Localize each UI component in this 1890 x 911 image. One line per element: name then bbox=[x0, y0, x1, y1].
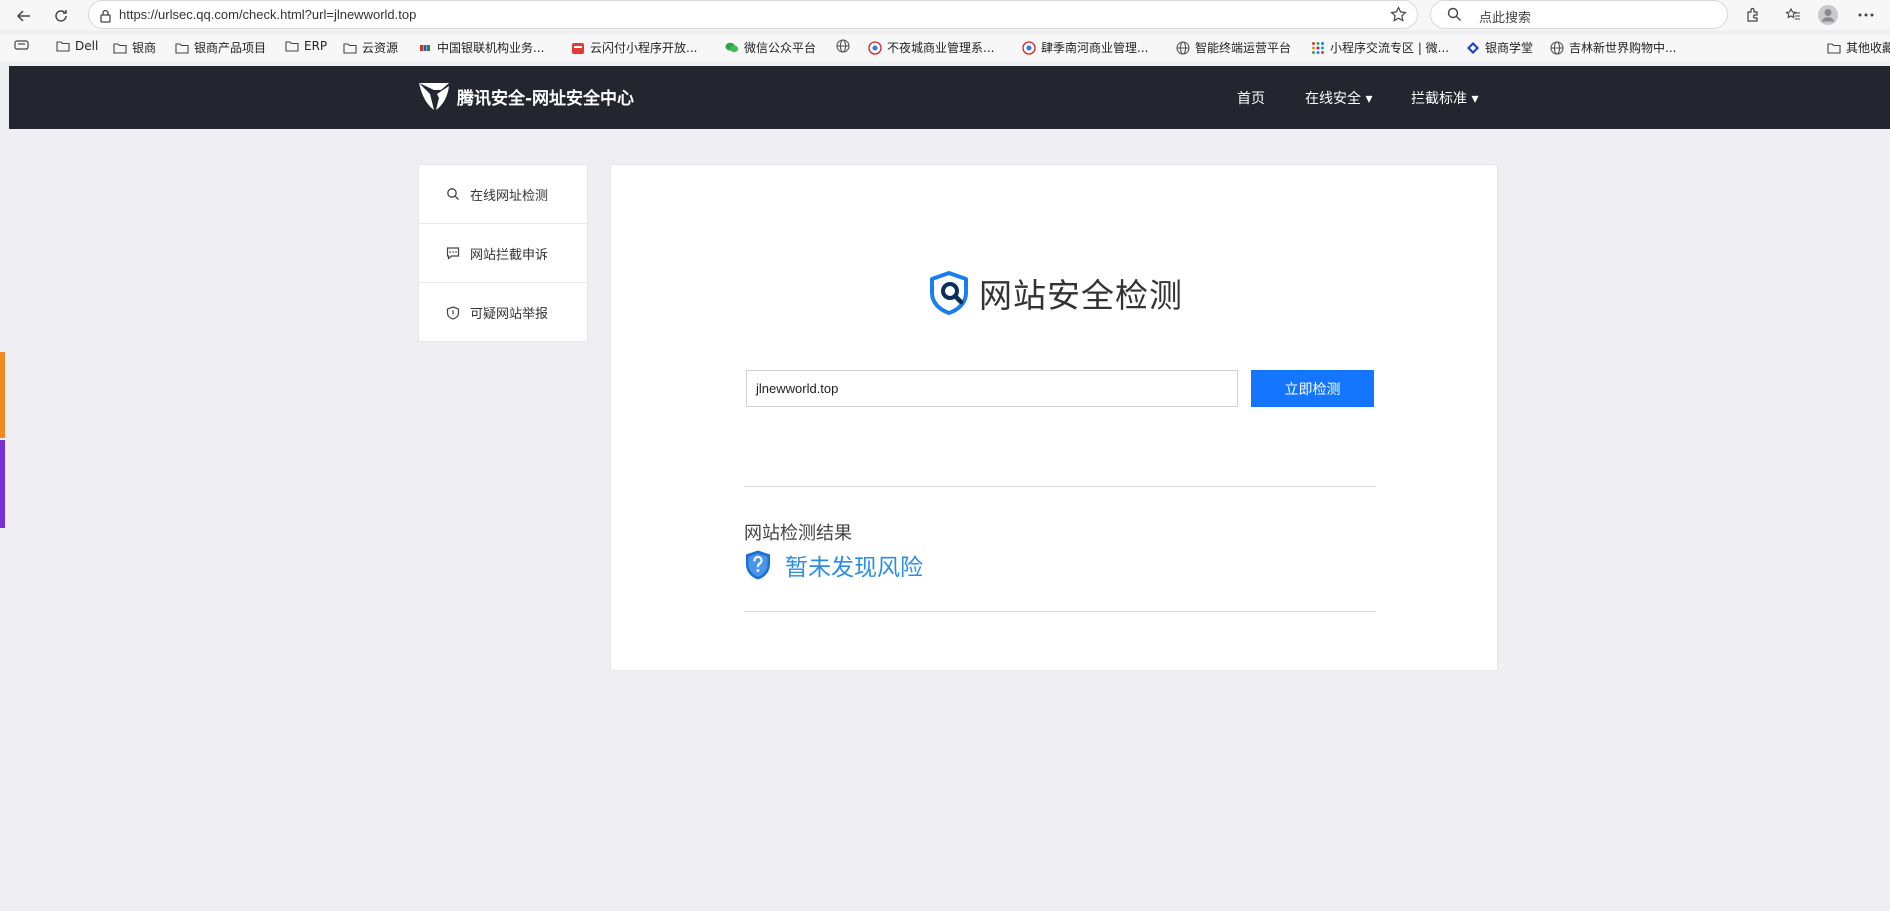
bookmark-label: 智能终端运营平台 bbox=[1195, 41, 1292, 55]
bookmark-item[interactable]: 其他收藏 bbox=[1827, 39, 1890, 56]
nav-block-standards[interactable]: 拦截标准 ▾ bbox=[1411, 88, 1478, 108]
bookmark-label: 银商产品项目 bbox=[194, 41, 267, 55]
profile-avatar-icon[interactable] bbox=[1817, 4, 1839, 26]
bookmark-label: 肆季南河商业管理... bbox=[1041, 41, 1149, 55]
site-header: 腾讯安全-网址安全中心 首页 在线安全 ▾ 拦截标准 ▾ bbox=[9, 66, 1890, 129]
folder-icon bbox=[1827, 41, 1841, 55]
bookmark-item[interactable]: 中国银联机构业务... bbox=[418, 39, 544, 56]
folder-icon bbox=[285, 39, 299, 53]
bookmark-item[interactable]: 银商产品项目 bbox=[175, 39, 266, 56]
globe-icon bbox=[1176, 40, 1190, 55]
sidebar-item-label: 在线网址检测 bbox=[470, 188, 549, 204]
bookmark-item[interactable]: 云闪付小程序开放... bbox=[571, 39, 697, 56]
grid-icon bbox=[1311, 41, 1325, 55]
bookmark-item[interactable]: Dell bbox=[56, 39, 98, 53]
wechat-icon bbox=[725, 41, 739, 55]
sidebar: 在线网址检测 网站拦截申诉 可疑网站举报 bbox=[418, 164, 588, 342]
bookmark-label: 不夜城商业管理系... bbox=[887, 41, 995, 55]
search-icon bbox=[1447, 7, 1462, 26]
divider bbox=[744, 611, 1376, 612]
bookmarks-bar: Dell 银商 银商产品项目 ERP 云资源 中国银联机构业务... 云闪付小程… bbox=[0, 34, 1890, 62]
bookmark-item[interactable]: 肆季南河商业管理... bbox=[1022, 39, 1148, 56]
shield-search-icon bbox=[930, 271, 968, 315]
address-url[interactable]: https://urlsec.qq.com/check.html?url=jln… bbox=[119, 7, 416, 22]
refresh-icon[interactable] bbox=[50, 5, 72, 27]
bookmark-item[interactable] bbox=[836, 39, 855, 53]
sidebar-item-block-appeal[interactable]: 网站拦截申诉 bbox=[419, 224, 587, 283]
page-title-text: 网站安全检测 bbox=[979, 276, 1183, 315]
sidebar-item-label: 可疑网站举报 bbox=[470, 307, 549, 322]
page-title: 网站安全检测 bbox=[927, 269, 1183, 317]
divider bbox=[744, 486, 1376, 487]
bookmark-label: 中国银联机构业务... bbox=[437, 41, 545, 55]
browser-toolbar: https://urlsec.qq.com/check.html?url=jln… bbox=[0, 0, 1890, 30]
site-logo-text: 腾讯安全-网址安全中心 bbox=[457, 88, 635, 109]
folder-icon bbox=[56, 39, 70, 53]
diamond-icon bbox=[1466, 41, 1480, 55]
desktop-edge-strip bbox=[0, 352, 5, 438]
folder-icon bbox=[113, 41, 127, 55]
bookmark-item[interactable]: 小程序交流专区 | 微... bbox=[1311, 39, 1449, 56]
browser-search-box[interactable]: 点此搜索 bbox=[1430, 0, 1728, 29]
site-logo[interactable]: 腾讯安全-网址安全中心 bbox=[417, 80, 634, 112]
bookmark-label: 云资源 bbox=[362, 41, 399, 55]
nav-online-security[interactable]: 在线安全 ▾ bbox=[1305, 88, 1372, 108]
favorites-icon[interactable] bbox=[1782, 4, 1804, 26]
bookmark-label: 其他收藏 bbox=[1846, 41, 1890, 55]
message-icon bbox=[446, 246, 460, 260]
app-icon bbox=[571, 41, 585, 55]
site-icon bbox=[868, 40, 882, 55]
bookmark-label: 银商学堂 bbox=[1485, 41, 1534, 55]
folder-icon bbox=[343, 41, 357, 55]
sidebar-item-report-site[interactable]: 可疑网站举报 bbox=[419, 283, 587, 342]
folder-icon bbox=[175, 41, 189, 55]
check-now-button[interactable]: 立即检测 bbox=[1251, 370, 1374, 407]
bookmark-item[interactable]: ERP bbox=[285, 39, 327, 53]
shield-alert-icon bbox=[446, 305, 460, 320]
site-icon bbox=[1022, 40, 1036, 55]
back-icon[interactable] bbox=[13, 5, 35, 27]
main-panel: 网站安全检测 jlnewworld.top 立即检测 网站检测结果 暂未发现风险 bbox=[610, 164, 1498, 671]
sidebar-item-label: 网站拦截申诉 bbox=[470, 247, 549, 263]
desktop-edge-strip bbox=[0, 440, 5, 528]
bookmark-label: ERP bbox=[304, 39, 328, 53]
shield-question-icon bbox=[746, 550, 770, 580]
bookmark-item[interactable]: 吉林新世界购物中... bbox=[1550, 39, 1676, 56]
bookmark-item[interactable]: 云资源 bbox=[343, 39, 398, 56]
extensions-icon[interactable] bbox=[1742, 4, 1764, 26]
result-status-text: 暂未发现风险 bbox=[785, 555, 923, 581]
bookmarks-sidebar-icon[interactable] bbox=[14, 39, 29, 51]
bookmark-item[interactable]: 不夜城商业管理系... bbox=[868, 39, 994, 56]
search-placeholder: 点此搜索 bbox=[1479, 11, 1532, 26]
bookmark-item[interactable]: 银商学堂 bbox=[1466, 39, 1533, 56]
search-icon bbox=[446, 187, 460, 201]
globe-icon bbox=[1550, 40, 1564, 55]
bookmark-label: 吉林新世界购物中... bbox=[1569, 41, 1677, 55]
bookmark-label: Dell bbox=[75, 39, 99, 53]
lock-icon bbox=[99, 8, 112, 27]
url-input[interactable]: jlnewworld.top bbox=[746, 370, 1238, 407]
bookmark-item[interactable]: 智能终端运营平台 bbox=[1176, 39, 1291, 56]
bookmark-label: 小程序交流专区 | 微... bbox=[1330, 41, 1450, 55]
bookmark-label: 银商 bbox=[132, 41, 157, 55]
result-status: 暂未发现风险 bbox=[744, 548, 923, 582]
bookmark-label: 云闪付小程序开放... bbox=[590, 41, 698, 55]
bookmark-item[interactable]: 微信公众平台 bbox=[725, 39, 816, 56]
bookmark-item[interactable]: 银商 bbox=[113, 39, 156, 56]
unionpay-icon bbox=[418, 41, 432, 55]
address-bar[interactable]: https://urlsec.qq.com/check.html?url=jln… bbox=[88, 0, 1418, 29]
sidebar-item-url-check[interactable]: 在线网址检测 bbox=[419, 165, 587, 224]
more-menu-icon[interactable] bbox=[1855, 4, 1877, 26]
result-label: 网站检测结果 bbox=[744, 523, 852, 544]
tencent-security-logo-icon bbox=[419, 83, 449, 110]
nav-home[interactable]: 首页 bbox=[1237, 88, 1265, 108]
globe-icon bbox=[836, 39, 850, 53]
favorite-star-icon[interactable] bbox=[1390, 6, 1407, 27]
bookmark-label: 微信公众平台 bbox=[744, 41, 817, 55]
